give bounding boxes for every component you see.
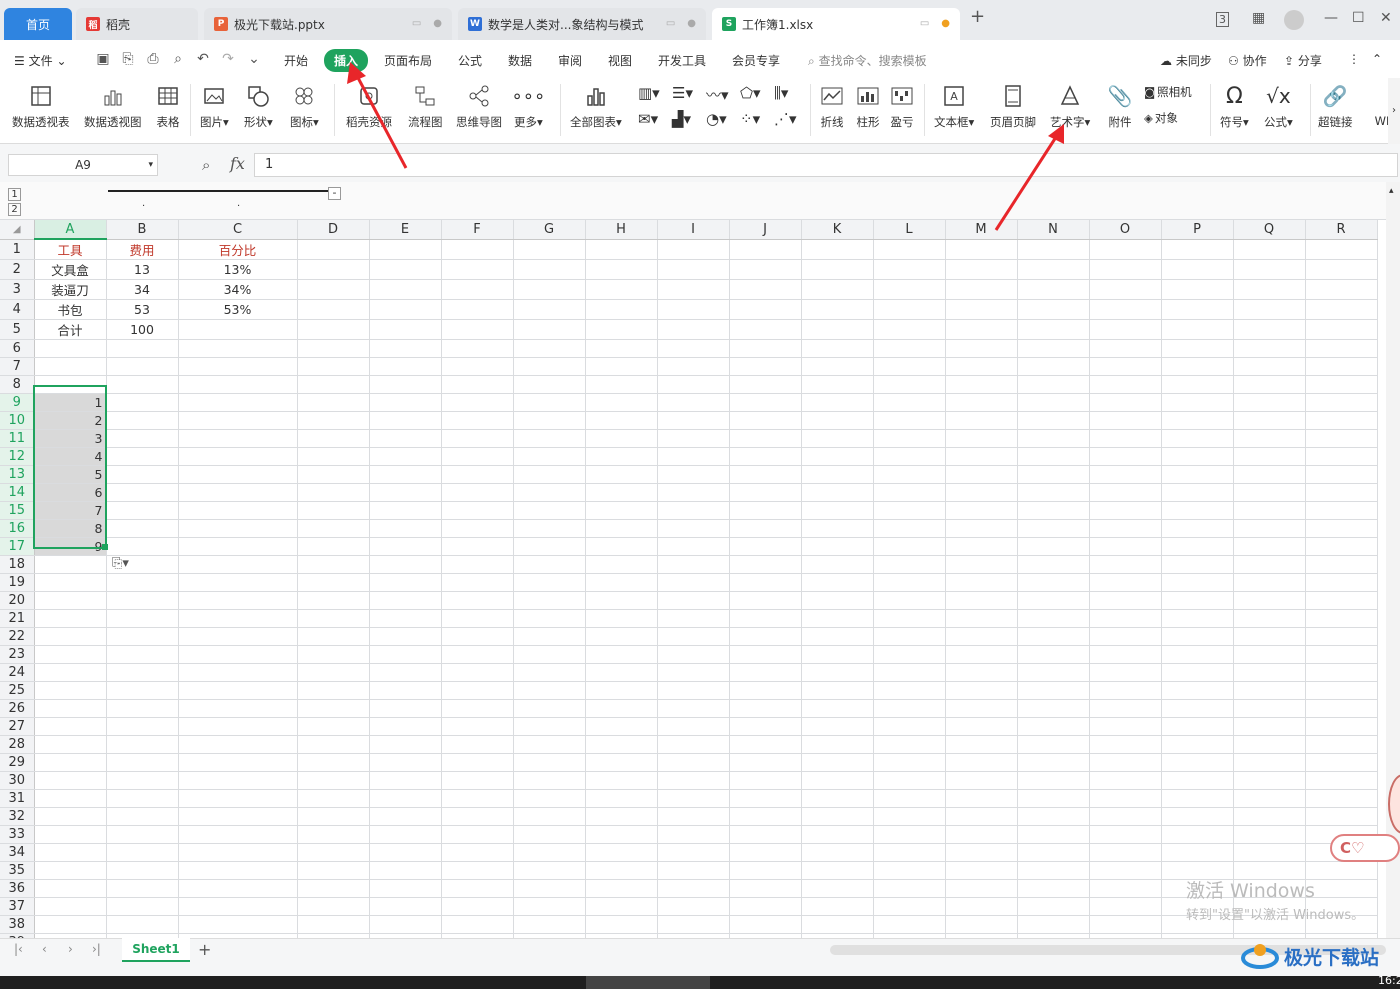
arrow-to-wordart: [994, 133, 1060, 231]
arrow-to-insert-head: [347, 62, 366, 84]
arrow-to-insert: [354, 73, 408, 169]
arrow-to-wordart-head: [1048, 124, 1064, 144]
annotation-arrows: [347, 62, 1064, 231]
